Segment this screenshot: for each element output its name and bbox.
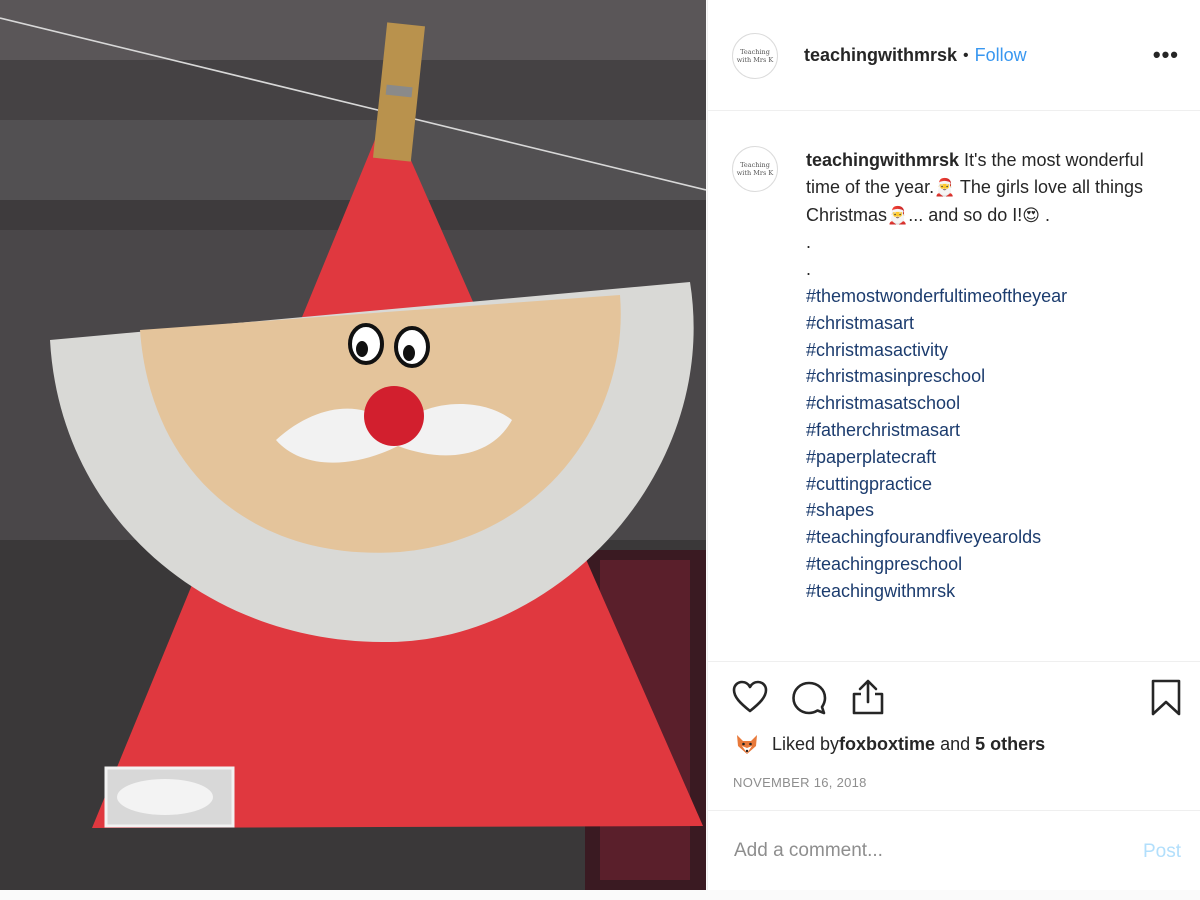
separator-dot: • xyxy=(963,46,969,64)
hashtag-link[interactable]: #teachingwithmrsk xyxy=(806,578,1168,605)
caption-dot: . xyxy=(806,232,812,253)
post-photo[interactable] xyxy=(0,0,706,890)
caption-avatar[interactable]: Teaching with Mrs K xyxy=(732,146,778,192)
avatar-logo-text: Teaching with Mrs K xyxy=(736,161,774,177)
hashtag-link[interactable]: #christmasart xyxy=(806,310,1168,337)
hashtag-link[interactable]: #christmasactivity xyxy=(806,337,1168,364)
hashtag-link[interactable]: #christmasinpreschool xyxy=(806,363,1168,390)
post-actions: Liked by foxboxtime and 5 others NOVEMBE… xyxy=(708,662,1200,810)
caption-text: . xyxy=(1040,204,1051,225)
caption-dot: . xyxy=(806,259,812,280)
liked-by-others[interactable]: 5 others xyxy=(975,734,1045,755)
caption-text: ... and so do I! xyxy=(908,204,1023,225)
post-side-panel: Teaching with Mrs K teachingwithmrsk • F… xyxy=(707,0,1200,890)
comment-icon[interactable] xyxy=(791,680,827,721)
hashtag-link[interactable]: #themostwonderfultimeoftheyear xyxy=(806,283,1168,310)
heart-eyes-emoji-icon: 😍 xyxy=(1022,205,1040,226)
header-username[interactable]: teachingwithmrsk xyxy=(804,45,957,66)
hashtag-link[interactable]: #teachingpreschool xyxy=(806,551,1168,578)
post-comment-button[interactable]: Post xyxy=(1143,841,1181,863)
avatar[interactable]: Teaching with Mrs K xyxy=(732,33,778,79)
hashtag-link[interactable]: #paperplatecraft xyxy=(806,444,1168,471)
hashtag-link[interactable]: #christmasatschool xyxy=(806,390,1168,417)
fox-avatar-icon[interactable] xyxy=(734,731,760,757)
caption-username[interactable]: teachingwithmrsk xyxy=(806,150,959,170)
santa-emoji-icon: 🎅 xyxy=(934,177,956,198)
follow-button[interactable]: Follow xyxy=(975,45,1027,66)
post-date[interactable]: NOVEMBER 16, 2018 xyxy=(733,775,867,790)
avatar-logo-text: Teaching with Mrs K xyxy=(736,48,774,64)
liked-by-prefix: Liked by xyxy=(772,733,840,754)
comment-input[interactable] xyxy=(732,839,1116,863)
hashtag-link[interactable]: #cuttingpractice xyxy=(806,471,1168,498)
liked-by-and: and xyxy=(935,733,976,754)
bookmark-icon[interactable] xyxy=(1150,679,1182,722)
likes-summary: Liked by foxboxtime and 5 others xyxy=(734,731,1045,757)
comments-section: Teaching with Mrs K teachingwithmrsk It'… xyxy=(708,111,1200,662)
add-comment-box: Post xyxy=(708,810,1200,891)
more-options-icon[interactable]: ••• xyxy=(1153,42,1179,68)
header-user-row: teachingwithmrsk • Follow xyxy=(804,45,1027,66)
santa-emoji-icon: 🎅 xyxy=(887,205,909,226)
heart-icon[interactable] xyxy=(732,680,768,719)
post-caption: teachingwithmrsk It's the most wonderful… xyxy=(806,147,1168,605)
liked-by-user[interactable]: foxboxtime xyxy=(839,734,935,755)
share-icon[interactable] xyxy=(850,678,886,721)
hashtag-link[interactable]: #fatherchristmasart xyxy=(806,417,1168,444)
hashtag-link[interactable]: #shapes xyxy=(806,497,1168,524)
post-header: Teaching with Mrs K teachingwithmrsk • F… xyxy=(708,0,1200,111)
hashtag-link[interactable]: #teachingfourandfiveyearolds xyxy=(806,524,1168,551)
santa-craft-image xyxy=(0,0,706,890)
